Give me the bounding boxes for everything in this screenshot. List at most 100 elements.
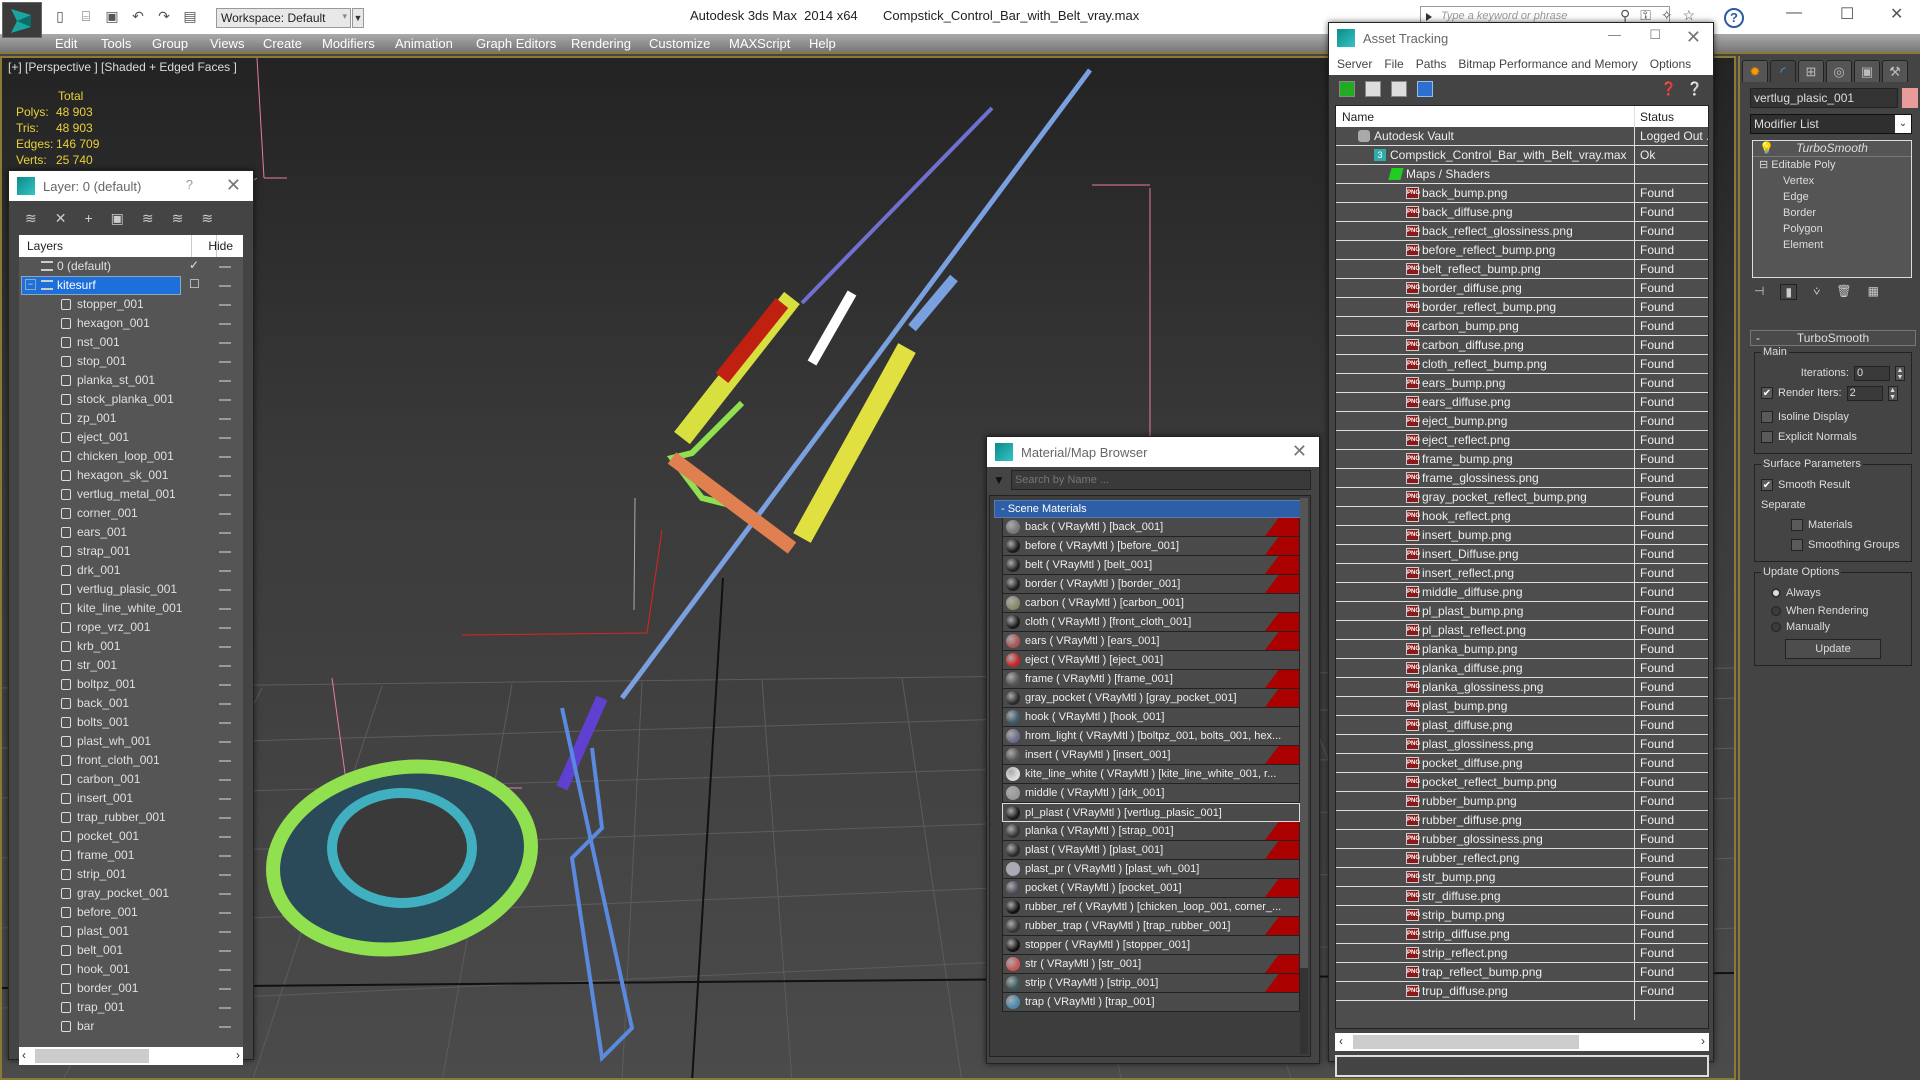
- menu-maxscript[interactable]: MAXScript: [729, 36, 790, 51]
- material-row[interactable]: planka ( VRayMtl ) [strap_001]: [1002, 822, 1300, 841]
- pin-stack-icon[interactable]: ⊣: [1754, 284, 1764, 300]
- asset-file-row[interactable]: PNG frame_bump.png Found: [1336, 450, 1708, 469]
- help-button[interactable]: ?: [1724, 8, 1744, 28]
- isoline-display-checkbox[interactable]: [1761, 411, 1773, 423]
- hide-toggle[interactable]: [219, 817, 231, 819]
- menu-views[interactable]: Views: [210, 36, 244, 51]
- asset-file-row[interactable]: PNG plast_bump.png Found: [1336, 697, 1708, 716]
- modifier-list-dropdown[interactable]: Modifier List ⌄: [1750, 114, 1912, 134]
- subobject-polygon[interactable]: Polygon: [1753, 221, 1911, 237]
- object-row[interactable]: str_001: [19, 656, 243, 675]
- column-name[interactable]: Name: [1342, 110, 1374, 124]
- object-row[interactable]: bar: [19, 1017, 243, 1036]
- asset-file-row[interactable]: PNG pl_plast_reflect.png Found: [1336, 621, 1708, 640]
- minimize-icon[interactable]: —: [1608, 27, 1621, 42]
- material-row[interactable]: insert ( VRayMtl ) [insert_001]: [1002, 746, 1300, 765]
- hide-toggle[interactable]: [219, 608, 231, 610]
- asset-file-row[interactable]: PNG planka_glossiness.png Found: [1336, 678, 1708, 697]
- add-to-layer-icon[interactable]: +: [84, 210, 92, 226]
- object-row[interactable]: planka_st_001: [19, 371, 243, 390]
- menu-help[interactable]: Help: [809, 36, 836, 51]
- modify-tab-icon[interactable]: ◜: [1770, 60, 1796, 82]
- object-row[interactable]: back_001: [19, 694, 243, 713]
- asset-file-row[interactable]: PNG before_reflect_bump.png Found: [1336, 241, 1708, 260]
- freeze-all-icon[interactable]: ≋: [201, 210, 213, 227]
- hide-toggle[interactable]: [219, 589, 231, 591]
- asset-file-row[interactable]: PNG back_reflect_glossiness.png Found: [1336, 222, 1708, 241]
- highlight-layer-icon[interactable]: ≋: [142, 210, 154, 227]
- new-file-icon[interactable]: ▯: [50, 6, 70, 26]
- object-row[interactable]: plast_wh_001: [19, 732, 243, 751]
- asset-file-row[interactable]: PNG ears_bump.png Found: [1336, 374, 1708, 393]
- menu-tools[interactable]: Tools: [101, 36, 131, 51]
- material-row[interactable]: hook ( VRayMtl ) [hook_001]: [1002, 708, 1300, 727]
- menu-modifiers[interactable]: Modifiers: [322, 36, 375, 51]
- horizontal-scrollbar[interactable]: ‹ ›: [1335, 1033, 1709, 1051]
- object-row[interactable]: trap_001: [19, 998, 243, 1017]
- object-row[interactable]: hexagon_001: [19, 314, 243, 333]
- hide-toggle[interactable]: [219, 912, 231, 914]
- object-row[interactable]: before_001: [19, 903, 243, 922]
- object-row[interactable]: eject_001: [19, 428, 243, 447]
- object-row[interactable]: corner_001: [19, 504, 243, 523]
- material-row[interactable]: strip ( VRayMtl ) [strip_001]: [1002, 974, 1300, 993]
- object-row[interactable]: hook_001: [19, 960, 243, 979]
- hide-toggle[interactable]: [219, 760, 231, 762]
- open-file-icon[interactable]: ⌸: [76, 6, 96, 26]
- display-tab-icon[interactable]: ▣: [1854, 60, 1880, 82]
- scroll-left-icon[interactable]: ‹: [1339, 1034, 1343, 1048]
- asset-file-row[interactable]: PNG rubber_reflect.png Found: [1336, 849, 1708, 868]
- material-row[interactable]: carbon ( VRayMtl ) [carbon_001]: [1002, 594, 1300, 613]
- remove-modifier-icon[interactable]: 🗑: [1836, 284, 1851, 300]
- material-row[interactable]: pocket ( VRayMtl ) [pocket_001]: [1002, 879, 1300, 898]
- material-row[interactable]: rubber_trap ( VRayMtl ) [trap_rubber_001…: [1002, 917, 1300, 936]
- object-row[interactable]: insert_001: [19, 789, 243, 808]
- subobject-vertex[interactable]: Vertex: [1753, 173, 1911, 189]
- hide-toggle[interactable]: [219, 931, 231, 933]
- hide-toggle[interactable]: [219, 361, 231, 363]
- utilities-tab-icon[interactable]: ⚒: [1882, 60, 1908, 82]
- material-row[interactable]: back ( VRayMtl ) [back_001]: [1002, 518, 1300, 537]
- object-row[interactable]: ears_001: [19, 523, 243, 542]
- hide-toggle[interactable]: [219, 665, 231, 667]
- vault-help-icon[interactable]: ❓: [1661, 81, 1677, 97]
- scrollbar-thumb[interactable]: [35, 1049, 149, 1063]
- hide-toggle[interactable]: [219, 1026, 231, 1028]
- scrollbar-thumb[interactable]: [1353, 1035, 1579, 1049]
- object-row[interactable]: drk_001: [19, 561, 243, 580]
- hide-toggle[interactable]: [219, 874, 231, 876]
- smooth-result-checkbox[interactable]: ✔: [1761, 479, 1773, 491]
- hide-toggle[interactable]: [219, 969, 231, 971]
- object-row[interactable]: front_cloth_001: [19, 751, 243, 770]
- tree-view-icon[interactable]: [1391, 81, 1407, 97]
- asset-file-row[interactable]: PNG plast_diffuse.png Found: [1336, 716, 1708, 735]
- menu-rendering[interactable]: Rendering: [571, 36, 631, 51]
- iterations-spinner[interactable]: ▲ ▼: [1895, 365, 1905, 381]
- layer-row[interactable]: − kitesurf ☐: [19, 276, 243, 295]
- hide-toggle[interactable]: [219, 722, 231, 724]
- search-by-name-input[interactable]: [1010, 470, 1311, 490]
- asset-file-row[interactable]: PNG strip_diffuse.png Found: [1336, 925, 1708, 944]
- layer-row[interactable]: 0 (default) ✓: [19, 257, 243, 276]
- object-row[interactable]: bolts_001: [19, 713, 243, 732]
- object-row[interactable]: nst_001: [19, 333, 243, 352]
- asset-file-row[interactable]: PNG planka_bump.png Found: [1336, 640, 1708, 659]
- hide-toggle[interactable]: [219, 684, 231, 686]
- iterations-input[interactable]: 0: [1854, 365, 1890, 381]
- asset-file-row[interactable]: PNG strip_bump.png Found: [1336, 906, 1708, 925]
- separate-smoothing-groups-checkbox[interactable]: [1791, 539, 1803, 551]
- list-view-icon[interactable]: [1365, 81, 1381, 97]
- vertical-scrollbar[interactable]: [1300, 498, 1308, 1054]
- hide-toggle[interactable]: [219, 950, 231, 952]
- asset-path-field[interactable]: [1335, 1055, 1709, 1077]
- object-row[interactable]: stock_planka_001: [19, 390, 243, 409]
- new-layer-icon[interactable]: ≋: [25, 210, 37, 227]
- close-icon[interactable]: ✕: [226, 175, 241, 196]
- material-row[interactable]: cloth ( VRayMtl ) [front_cloth_001]: [1002, 613, 1300, 632]
- object-row[interactable]: stopper_001: [19, 295, 243, 314]
- hide-toggle[interactable]: [219, 399, 231, 401]
- object-row[interactable]: carbon_001: [19, 770, 243, 789]
- collapse-icon[interactable]: ⊟: [1759, 159, 1771, 171]
- asset-file-row[interactable]: PNG pocket_reflect_bump.png Found: [1336, 773, 1708, 792]
- render-iters-checkbox[interactable]: ✔: [1761, 387, 1773, 399]
